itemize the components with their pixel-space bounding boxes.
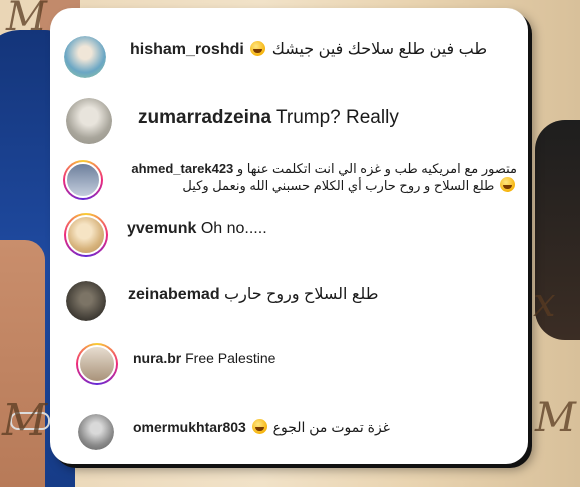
comment-username[interactable]: hisham_roshdi <box>130 41 244 58</box>
comment-text: غزة تموت من الجوع <box>272 419 390 435</box>
avatar[interactable] <box>63 160 103 200</box>
avatar[interactable] <box>78 414 114 450</box>
laughing-emoji <box>250 41 266 56</box>
comment-username[interactable]: yvemunk <box>127 220 196 237</box>
background-letter: M <box>535 395 576 441</box>
avatar[interactable] <box>66 98 112 144</box>
avatar[interactable] <box>76 343 118 385</box>
comment-text: Free Palestine <box>185 350 276 366</box>
comment-username[interactable]: zeinabemad <box>128 286 220 303</box>
background-letter: M <box>2 395 48 446</box>
comment-item: hisham_roshdi طب فين طلع سلاحك فين جيشك <box>64 36 487 78</box>
comment-item: zeinabemad طلع السلاح وروح حارب <box>66 281 378 321</box>
comment-username[interactable]: zumarradzeina <box>138 107 271 128</box>
comment-text: طب فين طلع سلاحك فين جيشك <box>271 41 488 58</box>
avatar[interactable] <box>66 281 106 321</box>
comment-username[interactable]: nura.br <box>133 350 181 366</box>
background-letter: x <box>533 280 556 326</box>
comment-text: طلع السلاح وروح حارب <box>224 286 379 303</box>
comment-item: ahmed_tarek423 متصور مع امريكيه طب و غزه… <box>63 160 517 200</box>
comment-item: zumarradzeina Trump? Really <box>66 98 399 144</box>
comment-item: nura.br Free Palestine <box>76 343 275 385</box>
comment-item: omermukhtar803 غزة تموت من الجوع <box>78 414 390 450</box>
comment-text: Trump? Really <box>275 107 399 128</box>
flushed-emoji <box>500 177 515 192</box>
avatar[interactable] <box>64 36 106 78</box>
flushed-emoji <box>251 419 267 434</box>
comment-username[interactable]: ahmed_tarek423 <box>131 161 233 176</box>
comment-text: Oh no..... <box>200 220 267 237</box>
background-letter: M <box>6 0 47 40</box>
comment-item: yvemunk Oh no..... <box>64 213 267 257</box>
comments-card: hisham_roshdi طب فين طلع سلاحك فين جيشك … <box>50 8 528 464</box>
avatar[interactable] <box>64 213 108 257</box>
comment-text: متصور مع امريكيه طب و غزه الي انت اتكلمت… <box>182 161 517 193</box>
comment-username[interactable]: omermukhtar803 <box>133 419 246 435</box>
